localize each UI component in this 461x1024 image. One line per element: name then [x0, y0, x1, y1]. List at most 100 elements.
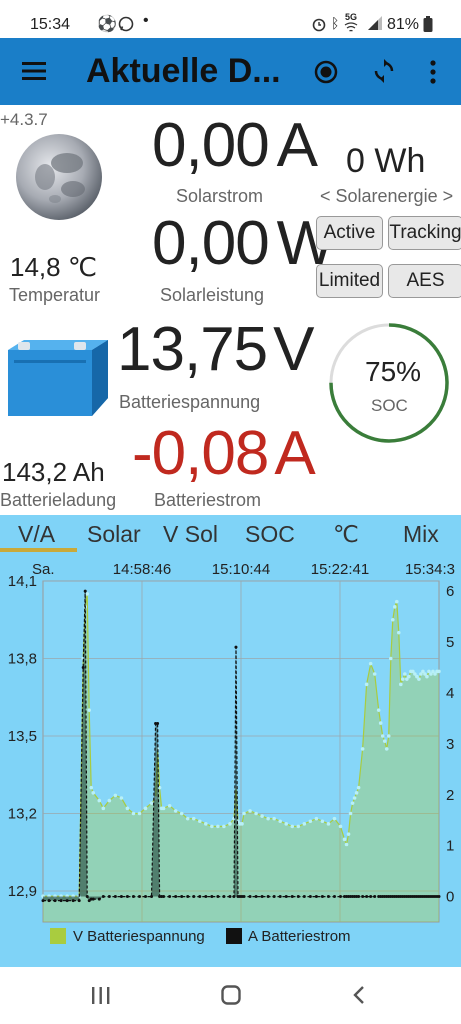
back-icon[interactable] — [353, 985, 365, 1005]
active-chip[interactable]: Active — [316, 216, 383, 250]
page-title: Aktuelle D... — [86, 52, 281, 90]
voltage-point — [326, 822, 331, 826]
battery-voltage-value: 13,75 — [117, 315, 268, 384]
voltage-point — [350, 801, 355, 805]
legend-swatch-voltage — [50, 928, 66, 944]
tab-mix[interactable]: Mix — [403, 521, 439, 548]
y-right-tick-label: 1 — [446, 838, 454, 855]
voltage-point — [390, 617, 395, 622]
current-point — [192, 895, 196, 899]
current-point — [242, 895, 246, 899]
current-point — [278, 895, 282, 899]
voltage-point — [348, 811, 353, 816]
voltage-point — [332, 816, 337, 821]
voltage-point — [364, 682, 369, 687]
soc-label: SOC — [371, 396, 408, 415]
current-point — [97, 897, 101, 901]
aes-chip[interactable]: AES — [388, 264, 461, 298]
record-icon[interactable] — [314, 60, 338, 84]
voltage-point — [342, 837, 347, 842]
solar-power-label: Solarleistung — [160, 285, 265, 305]
limited-chip[interactable]: Limited — [316, 264, 383, 298]
current-point — [248, 895, 252, 899]
recents-icon[interactable] — [92, 987, 110, 1004]
voltage-point — [197, 819, 202, 824]
y-left-tick-label: 13,2 — [8, 806, 37, 823]
solar-energy-label[interactable]: < Solarenergie > — [320, 186, 453, 207]
current-point — [186, 895, 190, 899]
tab-solar[interactable]: Solar — [87, 521, 141, 548]
voltage-point — [356, 785, 361, 790]
battery-charge-value: 143,2 Ah — [2, 457, 105, 487]
y-right-tick-label: 3 — [446, 736, 454, 753]
current-point — [357, 895, 361, 899]
voltage-point — [91, 791, 96, 795]
tab-soc[interactable]: SOC — [245, 521, 295, 548]
battery-voltage-display: 13,75V — [117, 314, 322, 385]
voltage-point — [119, 796, 124, 800]
current-point — [101, 895, 105, 899]
voltage-point — [167, 803, 172, 808]
voltage-point — [85, 592, 90, 596]
current-point — [125, 895, 129, 899]
y-left-tick-label: 12,9 — [8, 883, 37, 900]
battery-current-unit: A — [274, 419, 315, 488]
current-point — [91, 897, 95, 901]
current-point — [290, 895, 294, 899]
voltage-point — [372, 672, 377, 676]
voltage-point — [388, 656, 393, 661]
voltage-point — [125, 806, 130, 811]
voltage-point — [403, 672, 407, 676]
temperature-label: Temperatur — [9, 285, 101, 305]
current-point — [156, 722, 160, 726]
voltage-point — [360, 747, 365, 751]
tab-temperature[interactable]: ℃ — [333, 521, 359, 548]
voltage-point — [346, 832, 351, 836]
y-left-tick-label: 13,5 — [8, 728, 37, 745]
battery-voltage-unit: V — [273, 315, 314, 384]
more-options-icon[interactable] — [430, 60, 436, 84]
current-point — [234, 645, 238, 649]
voltage-point — [137, 811, 142, 816]
voltage-point — [191, 816, 196, 821]
menu-icon[interactable] — [22, 62, 46, 80]
network-label: 5G — [345, 12, 358, 22]
current-point — [81, 666, 85, 670]
voltage-point — [399, 682, 403, 687]
whatsapp-icon — [118, 16, 134, 32]
chart-panel: 14,1 13,8 13,5 13,2 12,9 6 5 4 3 2 1 0 Sa. 14:58:46 15… — [0, 555, 461, 967]
voltage-point — [131, 811, 136, 816]
current-point — [272, 895, 276, 899]
current-point — [180, 895, 184, 899]
soc-value: 75% — [365, 356, 422, 387]
voltage-point — [380, 734, 385, 738]
voltage-point — [382, 739, 387, 743]
current-point — [168, 895, 172, 899]
temperature-value: 14,8 ℃ — [10, 252, 98, 282]
current-point — [119, 895, 123, 899]
tracking-chip[interactable]: Tracking — [388, 216, 461, 250]
y-right-tick-label: 6 — [446, 583, 454, 600]
voltage-point — [296, 824, 301, 829]
home-icon[interactable] — [221, 985, 241, 1005]
voltage-point — [204, 822, 208, 826]
tab-v-sol[interactable]: V Sol — [163, 521, 218, 548]
refresh-icon[interactable] — [372, 59, 396, 85]
current-point — [204, 895, 208, 899]
current-point — [83, 589, 87, 593]
voltage-point — [113, 793, 118, 798]
current-point — [228, 895, 232, 899]
battery-charge-label: Batterieladung — [0, 490, 117, 510]
solar-current-display: 0,00 A — [152, 110, 322, 181]
current-point — [296, 895, 300, 899]
current-point — [365, 895, 369, 899]
wifi-icon — [344, 22, 358, 32]
current-point — [107, 895, 111, 899]
current-point — [77, 899, 81, 903]
voltage-point — [149, 801, 154, 805]
voltage-point — [161, 806, 166, 811]
voltage-point — [417, 677, 421, 681]
current-point — [174, 895, 178, 899]
tab-va[interactable]: V/A — [18, 521, 55, 548]
voltage-point — [401, 677, 405, 681]
